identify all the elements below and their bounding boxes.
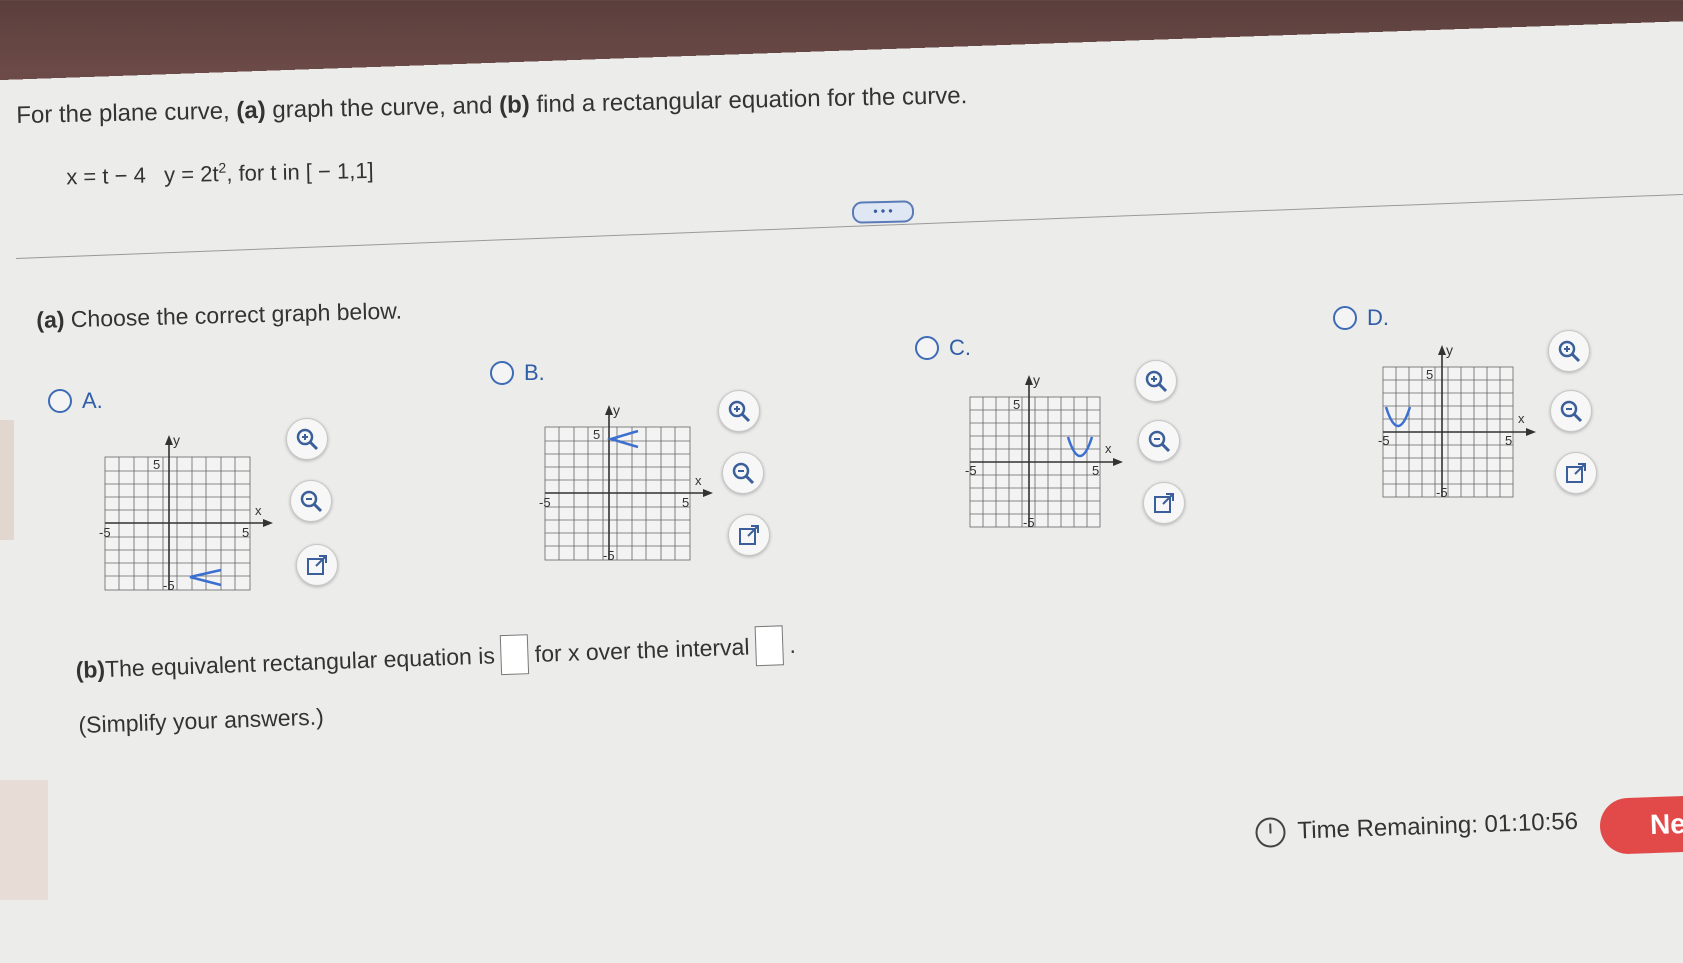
zoom-in-button[interactable] (1548, 330, 1590, 372)
external-link-icon (1154, 493, 1174, 513)
clock-icon (1255, 816, 1287, 848)
zoom-in-icon (1145, 370, 1168, 393)
option-label: C. (949, 335, 971, 360)
zoom-out-icon (300, 490, 323, 513)
external-link-icon (1566, 463, 1586, 483)
option-label: D. (1367, 305, 1389, 330)
option-a[interactable]: A. (48, 388, 103, 414)
y-axis-label: y (173, 432, 180, 448)
svg-text:5: 5 (1426, 367, 1433, 382)
x-axis-label: x (255, 503, 262, 518)
zoom-out-button[interactable] (1550, 390, 1592, 432)
svg-text:5: 5 (1092, 463, 1099, 478)
svg-text:y: y (1446, 342, 1453, 358)
svg-text:-5: -5 (1023, 515, 1035, 530)
zoom-in-button[interactable] (1135, 360, 1177, 402)
radio-button[interactable] (915, 336, 939, 360)
svg-text:5: 5 (242, 525, 249, 540)
svg-text:x: x (1105, 441, 1112, 456)
option-d[interactable]: D. (1333, 305, 1389, 331)
option-c[interactable]: C. (915, 335, 971, 361)
open-new-window-button[interactable] (1143, 482, 1185, 524)
radio-button[interactable] (48, 389, 72, 413)
svg-text:-5: -5 (1378, 433, 1390, 448)
svg-text:y: y (613, 402, 620, 418)
svg-text:5: 5 (153, 457, 160, 472)
open-new-window-button[interactable] (296, 544, 338, 586)
svg-text:x: x (1518, 411, 1525, 426)
open-new-window-button[interactable] (1555, 452, 1597, 494)
svg-text:-5: -5 (539, 495, 551, 510)
svg-text:5: 5 (1505, 433, 1512, 448)
zoom-in-button[interactable] (718, 390, 760, 432)
left-edge (0, 420, 14, 540)
zoom-out-button[interactable] (722, 452, 764, 494)
zoom-out-icon (732, 462, 755, 485)
zoom-in-icon (728, 400, 751, 423)
zoom-out-button[interactable] (290, 480, 332, 522)
option-label: B. (524, 360, 545, 385)
svg-text:5: 5 (682, 495, 689, 510)
radio-button[interactable] (1333, 306, 1357, 330)
open-new-window-button[interactable] (728, 514, 770, 556)
left-edge-lower (0, 780, 48, 900)
zoom-in-button[interactable] (286, 418, 328, 460)
graph-a: y x 5 -5 5 -5 (95, 425, 285, 605)
svg-text:y: y (1033, 372, 1040, 388)
equation-answer-input[interactable] (500, 634, 530, 676)
option-b[interactable]: B. (490, 360, 545, 386)
zoom-out-icon (1560, 400, 1583, 423)
zoom-out-button[interactable] (1138, 420, 1180, 462)
external-link-icon (307, 555, 327, 575)
more-button[interactable]: • • • (851, 200, 915, 224)
radio-button[interactable] (490, 361, 514, 385)
graph-b: y x 5 -5 5 -5 (535, 395, 725, 575)
svg-text:5: 5 (1013, 397, 1020, 412)
svg-text:-5: -5 (163, 578, 175, 593)
zoom-out-icon (1148, 430, 1171, 453)
external-link-icon (739, 525, 759, 545)
graph-c: y x 5 -5 5 -5 (965, 365, 1155, 545)
svg-text:-5: -5 (965, 463, 977, 478)
svg-text:-5: -5 (99, 525, 111, 540)
svg-text:5: 5 (593, 427, 600, 442)
interval-answer-input[interactable] (754, 625, 785, 667)
svg-text:-5: -5 (603, 548, 615, 563)
graph-d: y x 5 -5 5 -5 (1378, 335, 1568, 515)
next-button[interactable]: Ne (1599, 795, 1683, 855)
zoom-in-icon (1558, 340, 1581, 363)
svg-text:x: x (695, 473, 702, 488)
svg-text:-5: -5 (1436, 485, 1448, 500)
option-label: A. (82, 388, 103, 413)
zoom-in-icon (296, 428, 319, 451)
